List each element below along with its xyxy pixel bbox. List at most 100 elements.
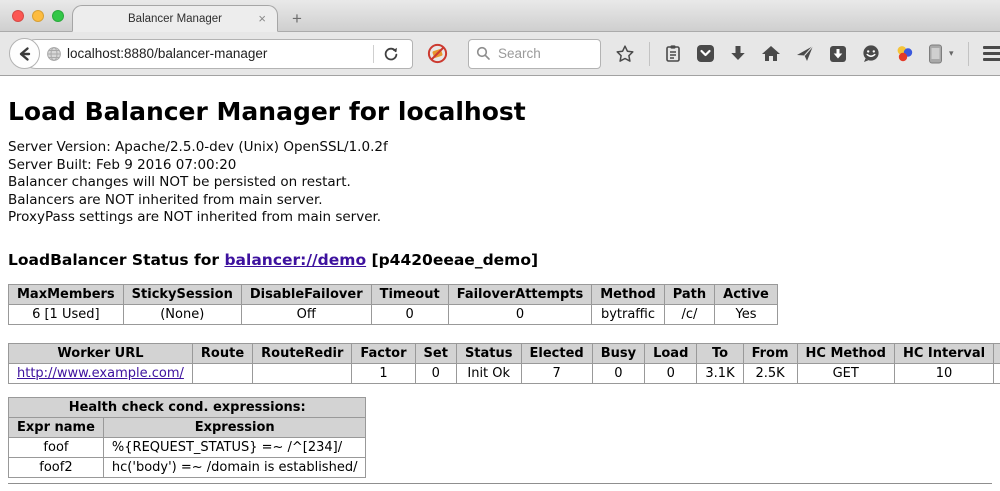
pocket-icon [696, 44, 715, 63]
back-button[interactable] [9, 38, 40, 69]
browser-tab[interactable]: Balancer Manager × [72, 5, 278, 32]
column-header: DisableFailover [241, 284, 371, 304]
hello-button[interactable] [861, 44, 881, 63]
site-identity-globe-icon [46, 46, 62, 62]
bookmark-star-icon [615, 44, 635, 64]
plugin-blocked-button[interactable] [427, 43, 448, 64]
cell [253, 363, 352, 383]
cell: 2.5K [743, 363, 797, 383]
balancer-status-heading: LoadBalancer Status for balancer://demo … [8, 251, 992, 269]
clipboard-icon [664, 44, 682, 63]
health-table-title: Health check cond. expressions: [9, 397, 366, 417]
clipboard-button[interactable] [664, 44, 682, 63]
column-header: MaxMembers [9, 284, 124, 304]
cell: 7 [521, 363, 592, 383]
tab-title: Balancer Manager [128, 13, 222, 25]
table-header-row: Expr name Expression [9, 417, 366, 437]
column-header: HC Interval [894, 343, 993, 363]
column-header: Path [664, 284, 714, 304]
column-header: From [743, 343, 797, 363]
column-header: Timeout [371, 284, 448, 304]
balancer-settings-table: MaxMembers StickySession DisableFailover… [8, 284, 778, 325]
column-header: Passes [994, 343, 1000, 363]
addon-download-icon [829, 45, 847, 63]
column-header: Active [715, 284, 778, 304]
window-titlebar: Balancer Manager × + [0, 0, 1000, 32]
cell: 0 [592, 363, 644, 383]
pocket-button[interactable] [696, 44, 715, 63]
table-title-row: Health check cond. expressions: [9, 397, 366, 417]
cell: (None) [123, 304, 241, 324]
smiley-bubble-icon [861, 44, 881, 63]
window-close-button[interactable] [12, 10, 24, 22]
addon-download-button[interactable] [829, 45, 847, 63]
downloads-button[interactable] [729, 44, 747, 63]
reload-icon [383, 46, 399, 62]
download-arrow-icon [729, 44, 747, 63]
device-button[interactable] [928, 44, 943, 64]
column-header: HC Method [797, 343, 894, 363]
cell: 0 [371, 304, 448, 324]
url-bar[interactable] [21, 39, 413, 69]
tab-close-icon[interactable]: × [258, 12, 266, 25]
search-bar[interactable] [468, 39, 601, 69]
status-heading-suffix: [p4420eeae_demo] [372, 251, 539, 269]
new-tab-button[interactable]: + [292, 10, 302, 27]
page-divider [8, 483, 992, 484]
expression-cell: hc('body') =~ /domain is established/ [103, 457, 366, 477]
table-row: foof %{REQUEST_STATUS} =~ /^[234]/ [9, 437, 366, 457]
colored-dots-button[interactable] [895, 44, 914, 63]
toolbar-buttons: ▾ [615, 42, 1000, 66]
worker-url-link[interactable]: http://www.example.com/ [17, 366, 184, 381]
cell: 0 [645, 363, 697, 383]
column-header: Status [456, 343, 521, 363]
device-icon [928, 44, 943, 64]
column-header: Route [192, 343, 252, 363]
table-row: http://www.example.com/ 1 0 Init Ok 7 0 … [9, 363, 1000, 383]
expr-name-cell: foof [9, 437, 104, 457]
persist-note-line: Balancer changes will NOT be persisted o… [8, 174, 992, 192]
toolbar-separator [649, 42, 650, 66]
inherit-note-line: Balancers are NOT inherited from main se… [8, 192, 992, 210]
cell: 3.1K [697, 363, 743, 383]
reload-button[interactable] [374, 46, 408, 62]
cell: Init Ok [456, 363, 521, 383]
column-header: FailoverAttempts [448, 284, 592, 304]
cell: 0 [415, 363, 456, 383]
back-arrow-icon [16, 45, 34, 63]
column-header: Set [415, 343, 456, 363]
health-check-table: Health check cond. expressions: Expr nam… [8, 397, 366, 478]
column-header: Load [645, 343, 697, 363]
bookmark-star-button[interactable] [615, 44, 635, 64]
paper-plane-icon [795, 44, 815, 63]
menu-button[interactable] [983, 46, 1000, 61]
server-version-line: Server Version: Apache/2.5.0-dev (Unix) … [8, 139, 992, 157]
column-header: StickySession [123, 284, 241, 304]
home-button[interactable] [761, 44, 781, 63]
plugin-blocked-icon [427, 43, 448, 64]
window-minimize-button[interactable] [32, 10, 44, 22]
cell: GET [797, 363, 894, 383]
cell: 1 [352, 363, 415, 383]
cell: /c/ [664, 304, 714, 324]
url-input[interactable] [62, 46, 373, 61]
cell: 10 [894, 363, 993, 383]
home-icon [761, 44, 781, 63]
search-input[interactable] [496, 45, 588, 62]
table-header-row: MaxMembers StickySession DisableFailover… [9, 284, 778, 304]
column-header: Busy [592, 343, 644, 363]
menu-icon [983, 46, 1000, 49]
proxypass-note-line: ProxyPass settings are NOT inherited fro… [8, 209, 992, 227]
page-content: Load Balancer Manager for localhost Serv… [0, 97, 1000, 484]
server-info: Server Version: Apache/2.5.0-dev (Unix) … [8, 139, 992, 227]
column-header: RouteRedir [253, 343, 352, 363]
send-button[interactable] [795, 44, 815, 63]
traffic-lights [12, 10, 64, 22]
balancer-link[interactable]: balancer://demo [224, 251, 366, 269]
cell: 1 (0) [994, 363, 1000, 383]
cell: http://www.example.com/ [9, 363, 193, 383]
window-zoom-button[interactable] [52, 10, 64, 22]
dropdown-caret-icon[interactable]: ▾ [949, 49, 954, 59]
status-heading-prefix: LoadBalancer Status for [8, 251, 219, 269]
cell: Off [241, 304, 371, 324]
